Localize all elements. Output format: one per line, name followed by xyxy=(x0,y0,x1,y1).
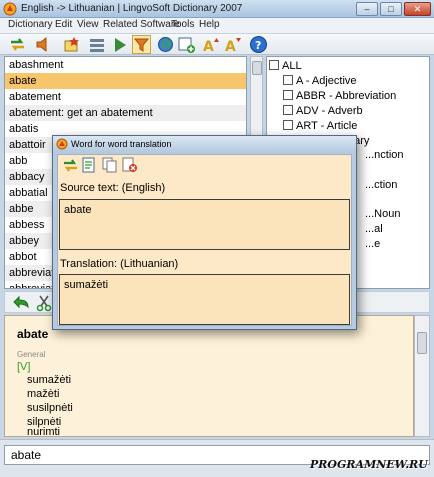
swap-direction-icon[interactable] xyxy=(8,35,27,54)
category-partial: ...nction xyxy=(365,149,404,161)
watermark: PROGRAMNEW.RU xyxy=(310,458,428,471)
translation-text: sumažėti xyxy=(64,279,109,291)
article-pos: [V] xyxy=(17,361,31,373)
checkbox-icon[interactable] xyxy=(269,60,279,70)
category-label: ALL xyxy=(282,60,302,72)
dialog-title: Word for word translation xyxy=(71,139,172,149)
menu-dictionary[interactable]: Dictionary xyxy=(8,19,52,30)
dialog-body: Source text: (English) abate Translation… xyxy=(57,154,352,326)
list-view-icon[interactable] xyxy=(88,35,107,54)
svg-text:A: A xyxy=(225,39,236,54)
category-partial: ...al xyxy=(365,223,383,235)
article-panel: abate General [V] sumažėti mažėti susilp… xyxy=(4,315,414,437)
menu-help[interactable]: Help xyxy=(199,19,220,30)
checkbox-icon[interactable] xyxy=(283,105,293,115)
source-text-field[interactable]: abate xyxy=(59,199,350,250)
translate-document-icon[interactable] xyxy=(82,157,97,173)
article-translation: susilpnėti xyxy=(27,402,73,414)
title-bar: English -> Lithuanian | LingvoSoft Dicti… xyxy=(0,0,434,18)
menu-related-software[interactable]: Related Software xyxy=(103,19,180,30)
menu-edit[interactable]: Edit xyxy=(55,19,72,30)
article-headword: abate xyxy=(17,327,49,341)
category-adverb[interactable]: ADV - Adverb xyxy=(283,104,363,119)
menu-bar: Dictionary Edit View Related Software To… xyxy=(0,18,434,34)
checkbox-icon[interactable] xyxy=(283,75,293,85)
favorites-icon[interactable] xyxy=(62,35,81,54)
back-arrow-icon[interactable] xyxy=(13,294,31,312)
filter-icon[interactable] xyxy=(132,35,151,54)
category-partial: ...ction xyxy=(365,179,398,191)
article-scroll-thumb[interactable] xyxy=(417,332,427,354)
add-window-icon[interactable] xyxy=(177,35,196,54)
word-for-word-dialog: Word for word translation Source text: (… xyxy=(52,135,357,330)
toolbar: A A ? xyxy=(0,34,434,55)
font-smaller-icon[interactable]: A xyxy=(223,35,242,54)
article-translation: sumažėti xyxy=(27,374,72,386)
word-list-scroll-thumb[interactable] xyxy=(252,61,262,75)
word-list-item[interactable]: abatement xyxy=(5,89,246,105)
category-label: A - Adjective xyxy=(296,75,357,87)
translation-text-field[interactable]: sumažėti xyxy=(59,274,350,325)
checkbox-icon[interactable] xyxy=(283,90,293,100)
swap-direction-icon[interactable] xyxy=(62,158,79,173)
word-list-item[interactable]: abatement: get an abatement xyxy=(5,105,246,121)
play-icon[interactable] xyxy=(110,35,129,54)
dialog-app-icon xyxy=(56,138,68,150)
category-all[interactable]: ALL xyxy=(269,59,302,74)
category-partial: ...Noun xyxy=(365,208,401,220)
app-icon xyxy=(3,2,17,16)
dialog-title-bar: Word for word translation xyxy=(53,136,356,153)
menu-view[interactable]: View xyxy=(77,19,99,30)
source-label: Source text: (English) xyxy=(60,182,166,194)
article-translation: nurimti xyxy=(27,426,61,437)
category-article[interactable]: ART - Article xyxy=(283,119,357,134)
category-label: ABBR - Abbreviation xyxy=(296,90,397,102)
article-scrollbar[interactable] xyxy=(414,315,430,437)
category-partial: ...e xyxy=(365,238,381,250)
translation-label: Translation: (Lithuanian) xyxy=(60,258,179,270)
font-larger-icon[interactable]: A xyxy=(201,35,220,54)
minimize-button[interactable]: – xyxy=(356,2,378,16)
globe-icon[interactable] xyxy=(156,35,175,54)
copy-icon[interactable] xyxy=(102,157,117,173)
close-button[interactable]: ✕ xyxy=(404,2,431,16)
category-adjective[interactable]: A - Adjective xyxy=(283,74,357,89)
window-title: English -> Lithuanian | LingvoSoft Dicti… xyxy=(21,3,243,14)
menu-tools[interactable]: Tools xyxy=(171,19,194,30)
svg-text:A: A xyxy=(203,39,214,54)
article-translation: mažėti xyxy=(27,388,60,400)
word-list-item-selected[interactable]: abate xyxy=(5,73,246,89)
category-label: ART - Article xyxy=(296,120,358,132)
speaker-icon[interactable] xyxy=(34,35,53,54)
clear-icon[interactable] xyxy=(122,157,138,173)
help-icon[interactable]: ? xyxy=(249,35,268,54)
source-text: abate xyxy=(64,204,92,216)
category-label: ADV - Adverb xyxy=(296,105,363,117)
article-section: General xyxy=(17,350,46,359)
scissors-icon[interactable] xyxy=(35,294,53,312)
word-list-item[interactable]: abashment xyxy=(5,57,246,73)
maximize-button[interactable]: □ xyxy=(380,2,402,16)
category-abbreviation[interactable]: ABBR - Abbreviation xyxy=(283,89,396,104)
checkbox-icon[interactable] xyxy=(283,120,293,130)
svg-text:?: ? xyxy=(255,39,261,52)
